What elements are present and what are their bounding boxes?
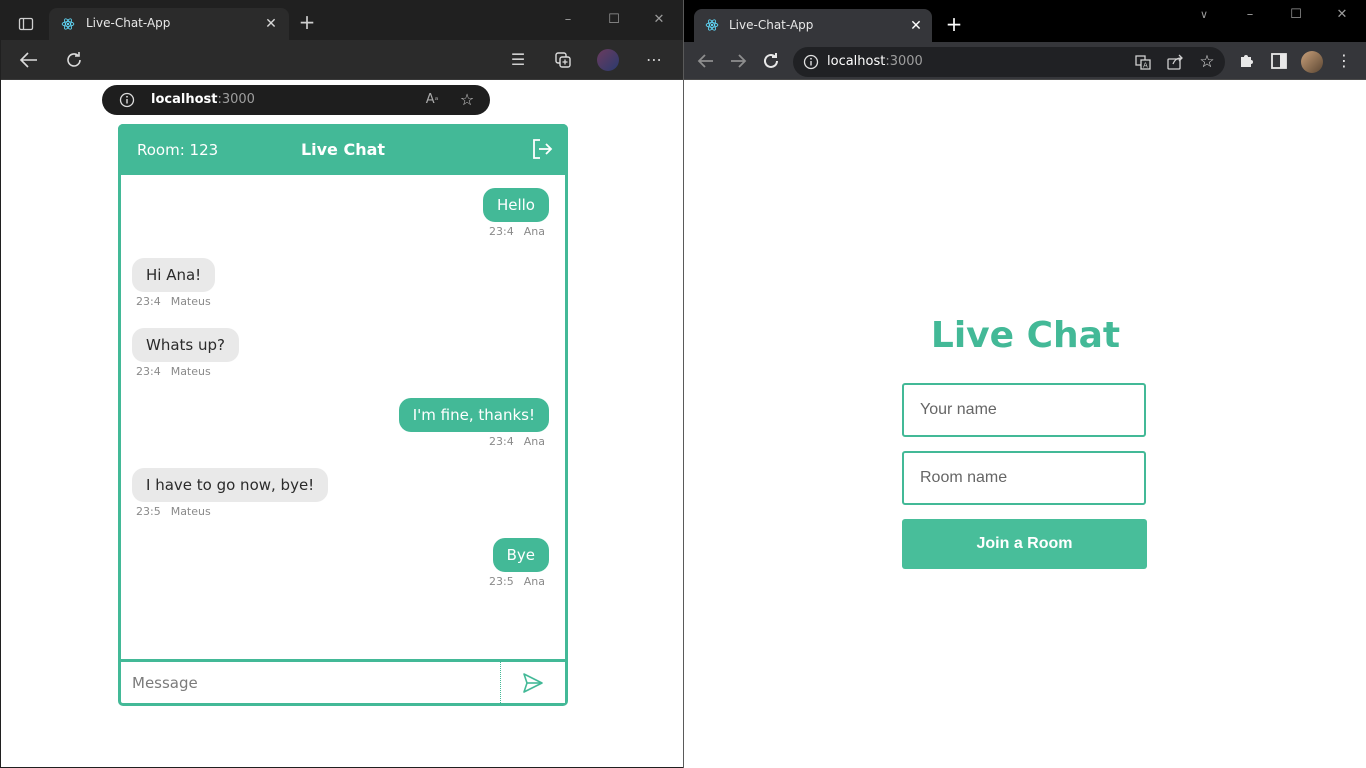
new-tab-icon[interactable]: + (944, 14, 964, 34)
tab-close-icon[interactable]: ✕ (263, 15, 279, 31)
message-meta: 23:4 Ana (489, 225, 545, 238)
minimize-icon[interactable]: – (1238, 3, 1262, 27)
chat-window: Room: 123 Live Chat Hello 23:4 Ana Hi Ana… (118, 124, 568, 706)
exit-icon[interactable] (530, 137, 554, 161)
tab-title: Live-Chat-App (86, 16, 171, 30)
message-bubble: I'm fine, thanks! (398, 398, 549, 432)
room-input[interactable] (902, 451, 1146, 505)
message-item: Hello 23:4 Ana (482, 188, 549, 238)
react-logo-icon (61, 18, 75, 30)
collections-icon[interactable] (553, 50, 573, 70)
star-icon[interactable]: ☆ (1198, 52, 1216, 72)
more-icon[interactable]: ⋯ (644, 50, 664, 70)
message-bubble: Whats up? (132, 328, 239, 362)
message-input[interactable] (121, 662, 500, 703)
tab-close-icon[interactable]: ✕ (908, 17, 924, 33)
tab-actions-icon[interactable] (18, 16, 34, 32)
translate-icon[interactable]: A (1134, 53, 1152, 71)
chrome-toolbar: localhost:3000 A ☆ ⋮ (684, 42, 1366, 80)
send-button[interactable] (500, 662, 565, 703)
profile-avatar[interactable] (597, 49, 619, 71)
tab-search-icon[interactable]: ∨ (1192, 3, 1216, 27)
favorites-icon[interactable]: ☰ (508, 50, 528, 70)
message-bubble: Hello (482, 188, 549, 222)
favorite-add-icon[interactable]: ☆ (457, 91, 477, 109)
chat-header: Room: 123 Live Chat (118, 124, 568, 175)
extensions-icon[interactable] (1238, 51, 1256, 69)
name-input[interactable] (902, 383, 1146, 437)
react-logo-icon (705, 19, 719, 31)
message-meta: 23:5 Ana (489, 575, 545, 588)
close-window-icon[interactable]: ✕ (1330, 3, 1354, 27)
edge-toolbar: localhost:3000 Aᵃ ☆ ☰ ⋯ (1, 40, 683, 115)
join-title: Live Chat (930, 315, 1121, 356)
address-bar[interactable]: localhost:3000 Aᵃ ☆ (102, 85, 490, 115)
address-url: localhost:3000 (151, 92, 255, 107)
maximize-icon[interactable]: ☐ (602, 8, 626, 32)
profile-avatar[interactable] (1301, 51, 1323, 73)
svg-text:A: A (1143, 62, 1148, 70)
tab-title: Live-Chat-App (729, 18, 814, 32)
message-item: I have to go now, bye! 23:5 Mateus (132, 468, 329, 518)
message-bubble: Bye (492, 538, 549, 572)
edge-tab-strip: Live-Chat-App ✕ + – ☐ ✕ (1, 0, 683, 40)
message-meta: 23:4 Ana (489, 435, 545, 448)
chrome-window: Live-Chat-App ✕ + ∨ – ☐ ✕ localhost:3000… (683, 0, 1366, 768)
tab-live-chat-app[interactable]: Live-Chat-App ✕ (49, 8, 289, 40)
info-icon[interactable] (119, 92, 135, 108)
reload-icon[interactable] (761, 51, 781, 71)
message-item: Whats up? 23:4 Mateus (132, 328, 239, 378)
join-room-button[interactable]: Join a Room (902, 519, 1147, 569)
reload-icon[interactable] (64, 50, 84, 70)
send-icon (523, 673, 543, 693)
message-meta: 23:4 Mateus (136, 295, 211, 308)
message-list[interactable]: Hello 23:4 Ana Hi Ana! 23:4 Mateus Whats u… (121, 175, 565, 661)
kebab-menu-icon[interactable]: ⋮ (1335, 51, 1353, 71)
edge-window: Live-Chat-App ✕ + – ☐ ✕ localhost:3000 A… (0, 0, 683, 768)
address-bar[interactable]: localhost:3000 A ☆ (793, 47, 1225, 77)
tab-live-chat-app[interactable]: Live-Chat-App ✕ (694, 9, 932, 42)
address-url: localhost:3000 (827, 54, 923, 69)
message-bubble: I have to go now, bye! (132, 468, 329, 502)
chat-footer (121, 659, 565, 703)
info-icon[interactable] (803, 54, 819, 70)
forward-arrow-icon[interactable] (729, 52, 747, 70)
new-tab-icon[interactable]: + (297, 12, 317, 32)
share-icon[interactable] (1166, 53, 1184, 71)
message-item: Bye 23:5 Ana (489, 538, 549, 588)
chrome-tab-strip: Live-Chat-App ✕ + ∨ – ☐ ✕ (684, 0, 1366, 42)
close-window-icon[interactable]: ✕ (647, 8, 671, 32)
message-meta: 23:5 Mateus (136, 505, 211, 518)
read-aloud-icon[interactable]: Aᵃ (422, 91, 442, 109)
chat-title: Live Chat (300, 140, 386, 159)
message-bubble: Hi Ana! (132, 258, 216, 292)
side-panel-icon[interactable] (1270, 52, 1288, 70)
message-item: I'm fine, thanks! 23:4 Ana (398, 398, 549, 448)
back-arrow-icon[interactable] (697, 52, 715, 70)
maximize-icon[interactable]: ☐ (1284, 3, 1308, 27)
minimize-icon[interactable]: – (556, 8, 580, 32)
message-meta: 23:4 Mateus (136, 365, 211, 378)
back-arrow-icon[interactable] (19, 51, 39, 69)
message-item: Hi Ana! 23:4 Mateus (132, 258, 216, 308)
